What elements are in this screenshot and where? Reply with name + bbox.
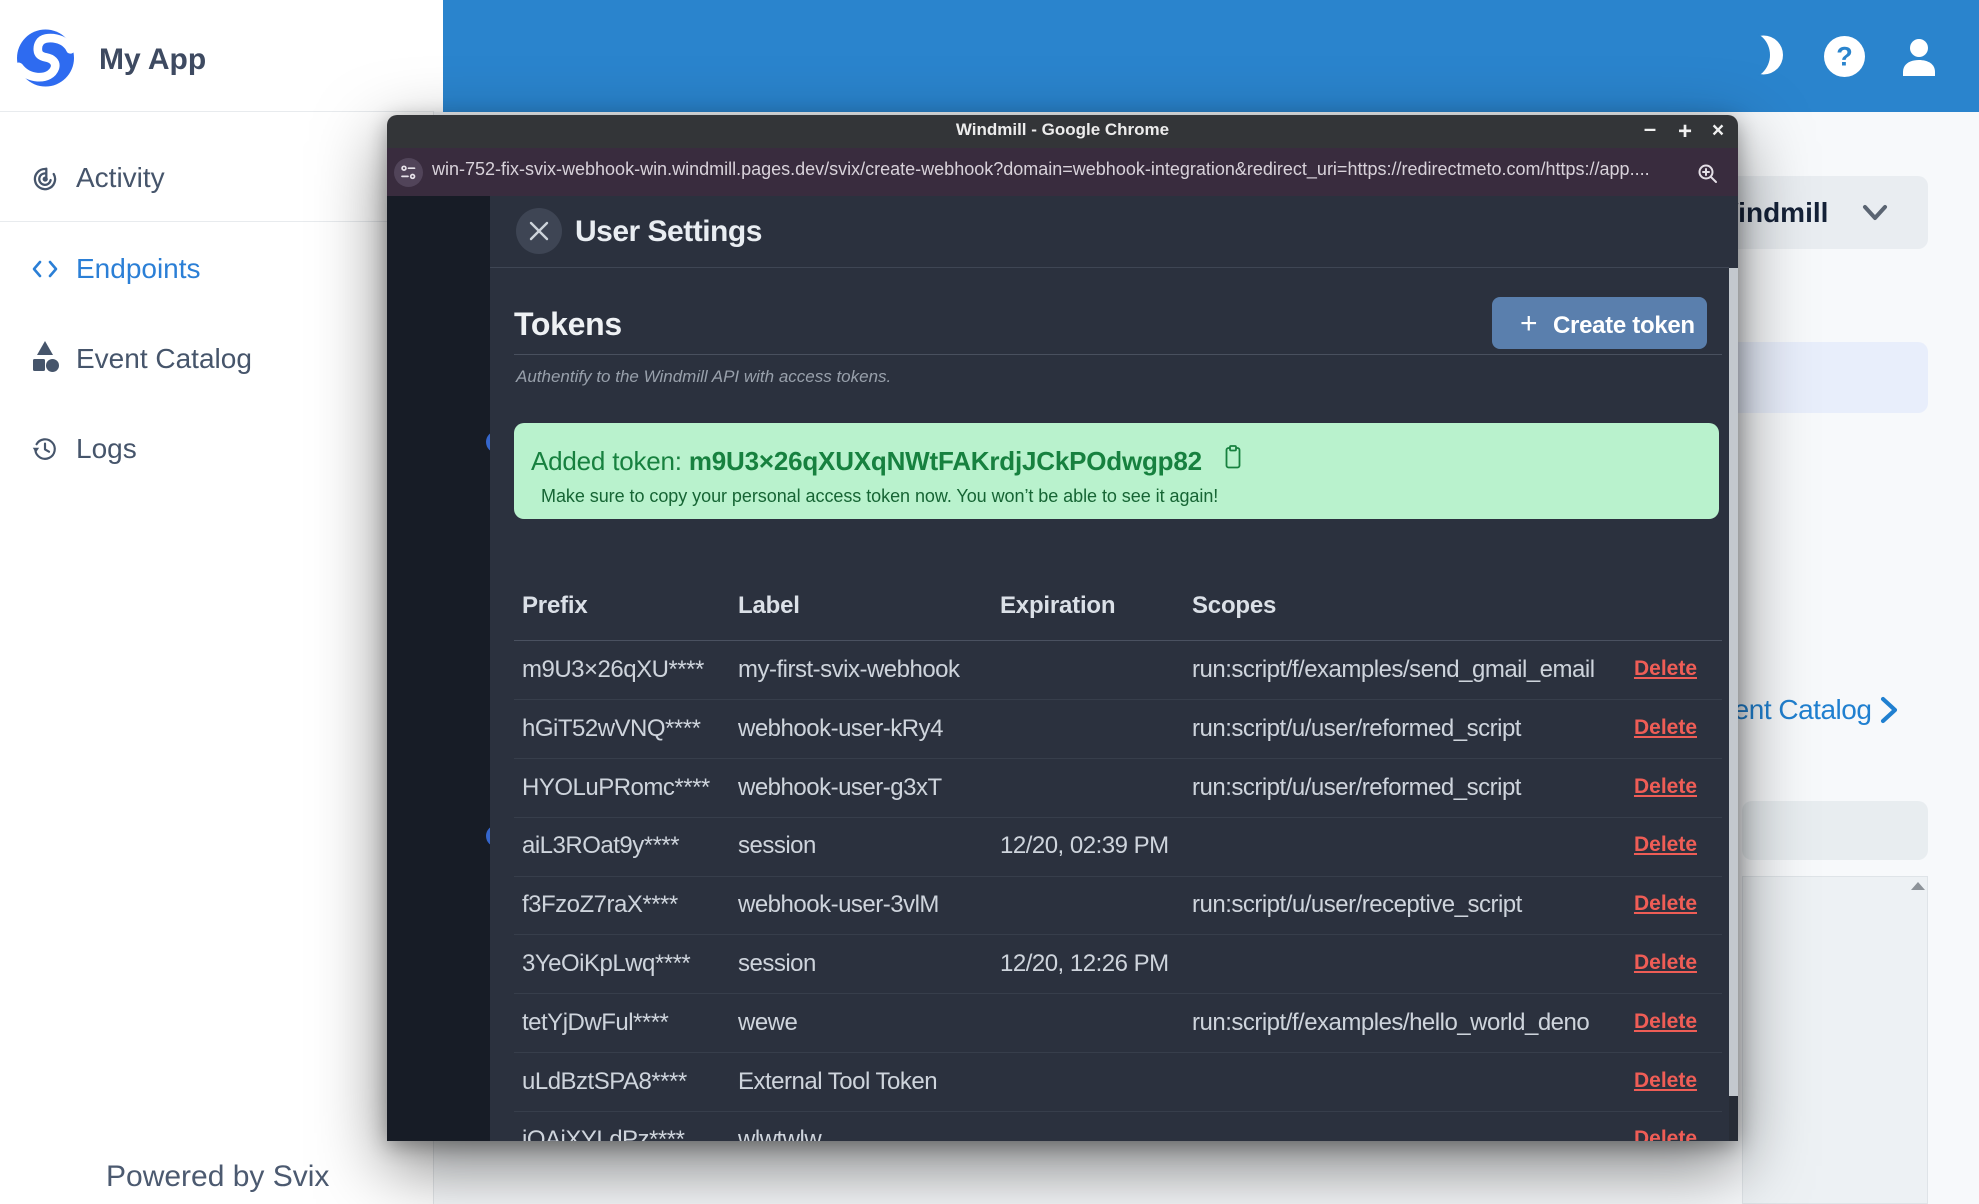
svg-text:?: ?	[1836, 42, 1853, 72]
